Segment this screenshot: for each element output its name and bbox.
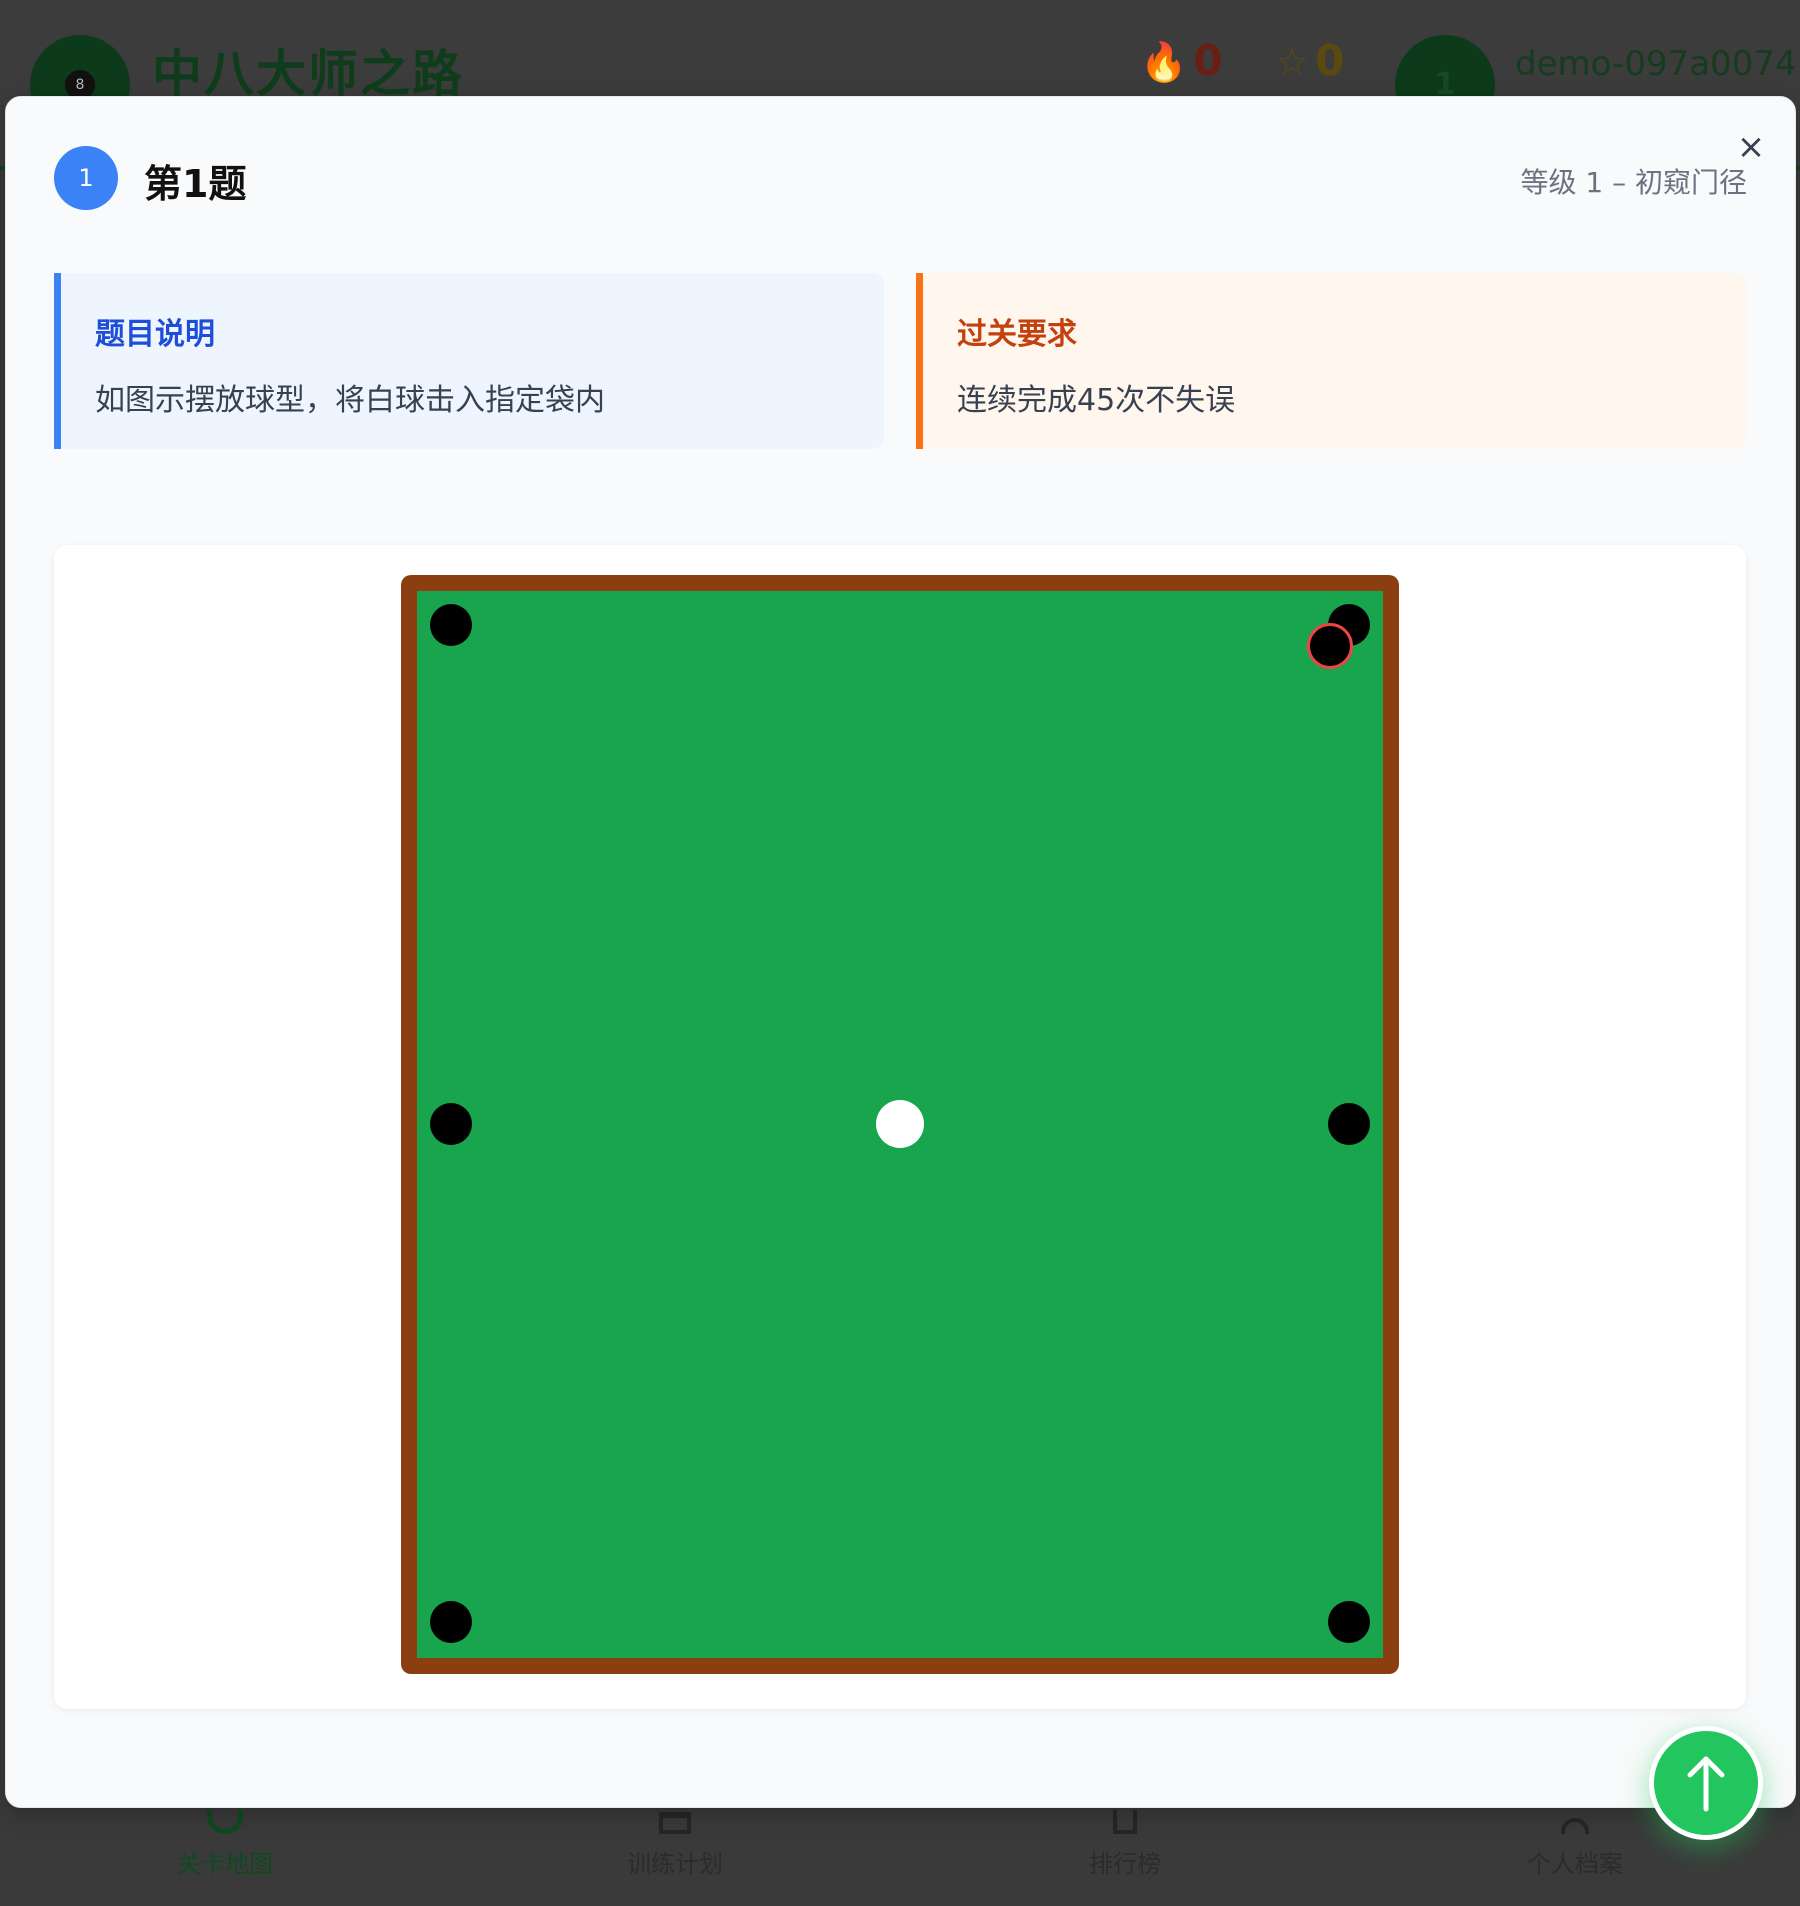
person-icon xyxy=(1561,1818,1589,1834)
nav-label: 排行榜 xyxy=(1089,1850,1161,1878)
streak-value: 0 xyxy=(1193,36,1223,85)
nav-item-leaderboard[interactable]: 排行榜 xyxy=(900,1800,1350,1906)
table-rail xyxy=(401,575,1399,1674)
arrow-up-icon xyxy=(1687,1756,1725,1812)
nav-item-training-plan[interactable]: 训练计划 xyxy=(450,1800,900,1906)
requirement-card: 过关要求 连续完成45次不失误 xyxy=(916,273,1746,449)
target-pocket-marker xyxy=(1307,623,1353,669)
user-name[interactable]: demo-097a0074 xyxy=(1515,44,1797,84)
bottom-nav: 关卡地图 训练计划 排行榜 个人档案 xyxy=(0,1800,1800,1906)
problem-modal: 1 第1题 × 等级 1 – 初窥门径 题目说明 如图示摆放球型，将白球击入指定… xyxy=(5,96,1796,1840)
star-value: 0 xyxy=(1315,36,1345,85)
table-panel xyxy=(54,545,1746,1709)
nav-label: 个人档案 xyxy=(1527,1850,1623,1878)
pocket-bottom-right xyxy=(1328,1601,1370,1643)
pocket-bottom-left xyxy=(430,1601,472,1643)
cue-ball[interactable] xyxy=(876,1100,924,1148)
table-felt[interactable] xyxy=(417,591,1383,1658)
star-icon: ☆ xyxy=(1275,40,1310,84)
level-label: 等级 1 – 初窥门径 xyxy=(1520,166,1747,199)
streak-counter: 🔥 0 xyxy=(1140,36,1223,85)
calendar-icon xyxy=(659,1812,691,1834)
nav-item-level-map[interactable]: 关卡地图 xyxy=(0,1800,450,1906)
fire-icon: 🔥 xyxy=(1140,40,1188,84)
trophy-icon xyxy=(1113,1810,1137,1834)
scroll-top-button[interactable] xyxy=(1649,1726,1763,1840)
requirement-text: 连续完成45次不失误 xyxy=(957,383,1236,418)
nav-label: 关卡地图 xyxy=(177,1850,273,1878)
description-card: 题目说明 如图示摆放球型，将白球击入指定袋内 xyxy=(54,273,884,449)
target-icon xyxy=(207,1810,243,1834)
star-counter: ☆ 0 xyxy=(1275,36,1344,85)
pocket-middle-left xyxy=(430,1103,472,1145)
modal-title: 第1题 xyxy=(144,162,247,206)
description-heading: 题目说明 xyxy=(95,317,215,352)
problem-number-badge: 1 xyxy=(54,146,118,210)
requirement-heading: 过关要求 xyxy=(957,317,1077,352)
nav-label: 训练计划 xyxy=(627,1850,723,1878)
description-text: 如图示摆放球型，将白球击入指定袋内 xyxy=(95,383,605,418)
close-button[interactable]: × xyxy=(1733,129,1769,165)
pocket-middle-right xyxy=(1328,1103,1370,1145)
pocket-top-left xyxy=(430,604,472,646)
